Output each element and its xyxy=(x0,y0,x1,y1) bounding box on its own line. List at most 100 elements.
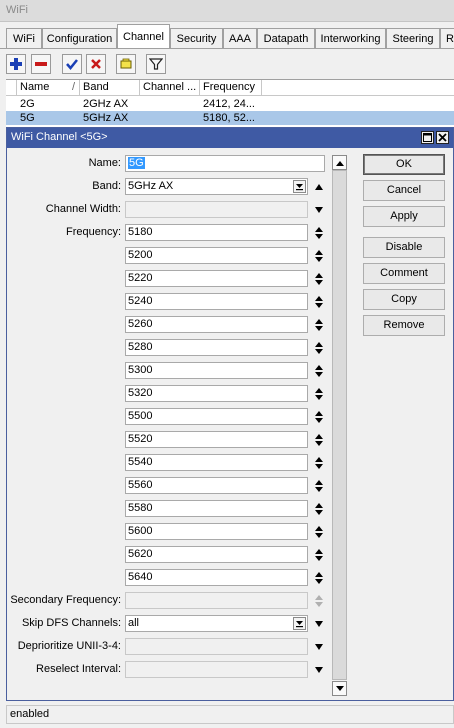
table-row-selected[interactable]: 5G 5GHz AX 5180, 52... xyxy=(6,111,454,125)
cell-band: 5GHz AX xyxy=(83,112,129,124)
frequency-spinner[interactable] xyxy=(313,500,325,518)
column-header-frequency[interactable]: Frequency xyxy=(200,80,262,96)
frequency-field[interactable]: 5300 xyxy=(125,362,308,379)
copy-button[interactable]: Copy xyxy=(363,289,445,310)
frequency-field[interactable]: 5620 xyxy=(125,546,308,563)
close-icon xyxy=(438,133,447,142)
frequency-spinner[interactable] xyxy=(313,569,325,587)
cancel-button[interactable]: Cancel xyxy=(363,180,445,201)
reselect-interval-field[interactable] xyxy=(125,661,308,678)
dropdown-icon xyxy=(296,621,303,628)
band-collapse-button[interactable] xyxy=(313,178,325,196)
frequency-field[interactable]: 5260 xyxy=(125,316,308,333)
secondary-frequency-field[interactable] xyxy=(125,592,308,609)
frequency-field[interactable]: 5560 xyxy=(125,477,308,494)
tab-aaa[interactable]: AAA xyxy=(223,28,257,48)
scroll-thumb[interactable] xyxy=(332,170,347,680)
frequency-field[interactable]: 5220 xyxy=(125,270,308,287)
up-down-icon xyxy=(315,434,323,446)
deprioritize-expand-button[interactable] xyxy=(313,638,325,656)
deprioritize-field[interactable] xyxy=(125,638,308,655)
comment-button[interactable]: Comment xyxy=(363,263,445,284)
frequency-spinner[interactable] xyxy=(313,477,325,495)
scroll-up-button[interactable] xyxy=(332,155,347,170)
channel-width-label: Channel Width: xyxy=(45,203,121,215)
name-label: Name: xyxy=(88,157,121,169)
triangle-up-icon xyxy=(315,184,323,190)
reselect-interval-label: Reselect Interval: xyxy=(36,663,121,675)
column-header-name[interactable]: Name / xyxy=(17,80,80,96)
frequency-field[interactable]: 5640 xyxy=(125,569,308,586)
frequency-spinner[interactable] xyxy=(313,339,325,357)
maximize-button[interactable] xyxy=(421,131,434,144)
channel-width-field[interactable] xyxy=(125,201,308,218)
tab-interworking[interactable]: Interworking xyxy=(315,28,386,48)
frequency-spinner[interactable] xyxy=(313,408,325,426)
tab-channel[interactable]: Channel xyxy=(117,24,170,48)
frequency-spinner[interactable] xyxy=(313,431,325,449)
arrow-up-icon xyxy=(335,160,344,166)
disable-button[interactable]: Disable xyxy=(363,237,445,258)
frequency-spinner[interactable] xyxy=(313,270,325,288)
frequency-field[interactable]: 5580 xyxy=(125,500,308,517)
add-button[interactable] xyxy=(6,54,26,74)
frequency-spinner[interactable] xyxy=(313,316,325,334)
channel-table: Name / Band Channel ... Frequency 2G 2GH… xyxy=(6,79,454,127)
remove-button[interactable]: Remove xyxy=(363,315,445,336)
frequency-field[interactable]: 5180 xyxy=(125,224,308,241)
frequency-field[interactable]: 5540 xyxy=(125,454,308,471)
skip-dfs-dropdown-button[interactable] xyxy=(293,617,306,630)
band-dropdown-button[interactable] xyxy=(293,180,306,193)
frequency-spinner[interactable] xyxy=(313,385,325,403)
column-header-band[interactable]: Band xyxy=(80,80,140,96)
frequency-spinner[interactable] xyxy=(313,523,325,541)
tab-wifi[interactable]: WiFi xyxy=(6,28,42,48)
status-bar: enabled xyxy=(6,705,454,724)
header-flag xyxy=(6,80,17,96)
apply-button[interactable]: Apply xyxy=(363,206,445,227)
tab-security[interactable]: Security xyxy=(170,28,223,48)
band-select[interactable]: 5GHz AX xyxy=(125,178,308,195)
table-row[interactable]: 2G 2GHz AX 2412, 24... xyxy=(6,97,454,111)
toolbar xyxy=(0,49,454,79)
frequency-field[interactable]: 5240 xyxy=(125,293,308,310)
triangle-down-icon xyxy=(315,207,323,213)
ok-button[interactable]: OK xyxy=(363,154,445,175)
skip-dfs-expand-button[interactable] xyxy=(313,615,325,633)
skip-dfs-select[interactable]: all xyxy=(125,615,308,632)
column-header-channel[interactable]: Channel ... xyxy=(140,80,200,96)
frequency-spinner[interactable] xyxy=(313,362,325,380)
tab-datapath[interactable]: Datapath xyxy=(257,28,315,48)
channel-width-expand-button[interactable] xyxy=(313,201,325,219)
frequency-field[interactable]: 5500 xyxy=(125,408,308,425)
scroll-down-button[interactable] xyxy=(332,681,347,696)
check-icon xyxy=(66,59,78,70)
frequency-spinner[interactable] xyxy=(313,293,325,311)
frequency-spinner[interactable] xyxy=(313,454,325,472)
disable-button[interactable] xyxy=(86,54,106,74)
frequency-spinner[interactable] xyxy=(313,224,325,242)
frequency-spinner[interactable] xyxy=(313,247,325,265)
name-field[interactable]: 5G xyxy=(125,155,325,172)
tab-r[interactable]: R xyxy=(440,28,454,48)
remove-icon xyxy=(35,62,47,66)
filter-button[interactable] xyxy=(146,54,166,74)
enable-button[interactable] xyxy=(62,54,82,74)
frequency-field[interactable]: 5280 xyxy=(125,339,308,356)
dialog-scrollbar[interactable] xyxy=(332,155,347,696)
tab-configuration[interactable]: Configuration xyxy=(42,28,117,48)
close-button[interactable] xyxy=(436,131,449,144)
frequency-field[interactable]: 5200 xyxy=(125,247,308,264)
comment-button[interactable] xyxy=(116,54,136,74)
band-label: Band: xyxy=(92,180,121,192)
window-title: WiFi xyxy=(0,0,454,22)
tab-steering[interactable]: Steering xyxy=(386,28,440,48)
frequency-field[interactable]: 5520 xyxy=(125,431,308,448)
frequency-field[interactable]: 5600 xyxy=(125,523,308,540)
frequency-spinner[interactable] xyxy=(313,546,325,564)
cross-icon xyxy=(91,59,101,69)
secondary-frequency-spinner[interactable] xyxy=(313,592,325,610)
frequency-field[interactable]: 5320 xyxy=(125,385,308,402)
reselect-interval-expand-button[interactable] xyxy=(313,661,325,679)
remove-button[interactable] xyxy=(31,54,51,74)
